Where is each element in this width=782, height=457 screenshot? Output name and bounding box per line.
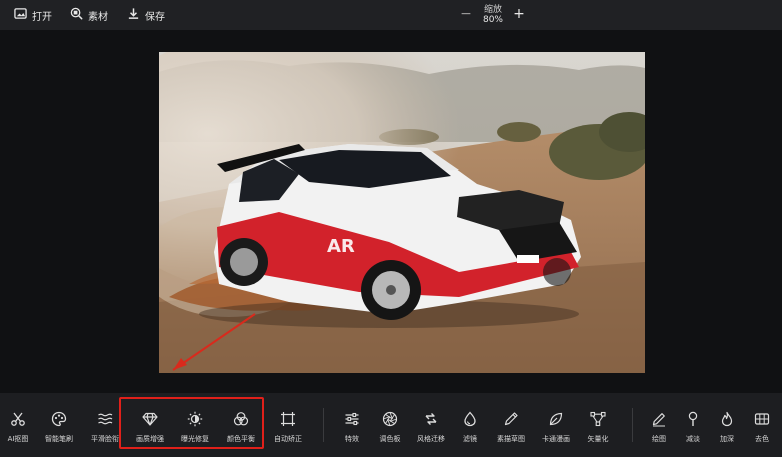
- sliders-icon: [343, 410, 361, 428]
- toolbar-divider: [632, 408, 633, 442]
- tool-label: 去色: [755, 435, 769, 443]
- tool-label: 风格迁移: [417, 435, 445, 443]
- tool-quality-enhance[interactable]: 画质增强: [126, 410, 174, 450]
- download-icon: [127, 7, 140, 23]
- save-label: 保存: [145, 11, 165, 23]
- tool-label: 调色板: [379, 435, 401, 443]
- style-transfer-icon: [422, 410, 440, 428]
- sketch-icon: [502, 410, 520, 428]
- tool-exposure-fix[interactable]: 曝光修复: [171, 410, 219, 450]
- desaturate-icon: [753, 410, 771, 428]
- zoom-value: 80%: [482, 15, 503, 25]
- tool-label: 曝光修复: [181, 435, 209, 443]
- tool-label: 减淡: [686, 435, 700, 443]
- tool-label: 自动矫正: [274, 435, 302, 443]
- tool-cartoon[interactable]: 卡通漫画: [532, 410, 580, 450]
- tool-smooth[interactable]: 平滑脸衔: [81, 410, 129, 450]
- exposure-icon: [186, 410, 204, 428]
- pen-icon: [650, 410, 668, 428]
- tool-label: 智能笔刷: [45, 435, 73, 443]
- tool-label: AI抠图: [7, 435, 29, 443]
- tool-label: 颜色平衡: [227, 435, 255, 443]
- tool-auto-correct[interactable]: 自动矫正: [264, 410, 312, 450]
- vector-icon: [589, 410, 607, 428]
- material-button[interactable]: 素材: [70, 7, 108, 23]
- tool-label: 素描草图: [497, 435, 525, 443]
- save-button[interactable]: 保存: [127, 7, 165, 23]
- tool-label: 矢量化: [587, 435, 609, 443]
- material-label: 素材: [88, 11, 108, 23]
- open-label: 打开: [32, 11, 52, 23]
- tool-label: 画质增强: [136, 435, 164, 443]
- tool-label: 平滑脸衔: [91, 435, 119, 443]
- waves-icon: [96, 410, 114, 428]
- drop-icon: [461, 410, 479, 428]
- material-search-icon: [70, 7, 83, 23]
- dodge-icon: [684, 410, 702, 428]
- tool-label: 加深: [720, 435, 734, 443]
- image-icon: [14, 7, 27, 23]
- zoom-out-button[interactable]: −: [459, 6, 473, 22]
- open-button[interactable]: 打开: [14, 7, 52, 23]
- cartoon-icon: [547, 410, 565, 428]
- toolbar-divider: [323, 408, 324, 442]
- color-balance-icon: [232, 410, 250, 428]
- tool-label: 绘图: [652, 435, 666, 443]
- palette-icon: [50, 410, 68, 428]
- tool-label: 特效: [345, 435, 359, 443]
- frame-icon: [279, 410, 297, 428]
- aperture-icon: [381, 410, 399, 428]
- rally-car-photo[interactable]: AR: [159, 52, 645, 373]
- tool-label: 卡通漫画: [542, 435, 570, 443]
- zoom-in-button[interactable]: +: [512, 6, 526, 22]
- scissors-icon: [9, 410, 27, 428]
- top-toolbar: 打开 素材 保存 − 缩放 80% +: [0, 0, 782, 30]
- zoom-label: 缩放: [483, 5, 502, 15]
- tool-vectorize[interactable]: 矢量化: [574, 410, 622, 450]
- tool-desaturate[interactable]: 去色: [738, 410, 782, 450]
- tool-color-balance[interactable]: 颜色平衡: [217, 410, 265, 450]
- diamond-icon: [141, 410, 159, 428]
- tool-smart-brush[interactable]: 智能笔刷: [35, 410, 83, 450]
- tool-label: 滤镜: [463, 435, 477, 443]
- svg-text:AR: AR: [327, 236, 355, 257]
- tool-sketch[interactable]: 素描草图: [487, 410, 535, 450]
- burn-icon: [718, 410, 736, 428]
